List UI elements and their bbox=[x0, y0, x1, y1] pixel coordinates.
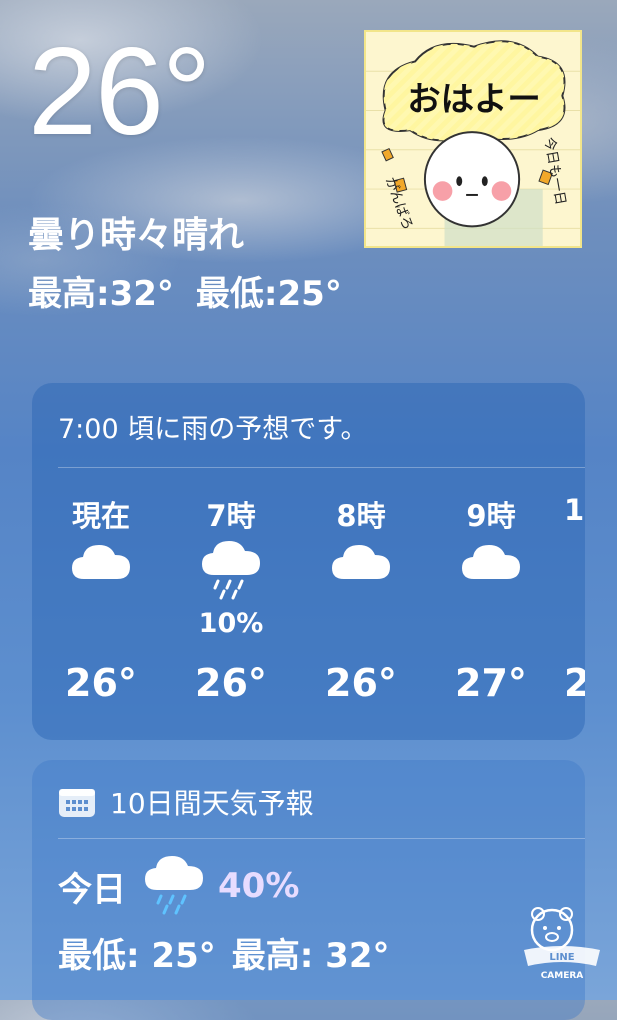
watermark-line2: CAMERA bbox=[541, 971, 584, 981]
current-condition: 曇り時々晴れ bbox=[28, 215, 245, 256]
hour-column-9[interactable]: 9時 27° bbox=[436, 493, 546, 705]
hour-precip bbox=[564, 609, 585, 639]
watermark-line1: LINE bbox=[549, 952, 574, 963]
day-high-low: 最低: 25° 最高: 32° bbox=[58, 928, 406, 977]
hour-temperature: 26° bbox=[195, 661, 267, 705]
cloud-icon bbox=[306, 541, 416, 611]
cloud-rain-icon bbox=[145, 856, 203, 915]
cloud-rain-icon bbox=[176, 541, 286, 611]
current-high: 最高:32° bbox=[28, 274, 174, 314]
current-high-low: 最高:32° 最低:25° bbox=[28, 266, 364, 315]
hour-temperature: 26° bbox=[65, 661, 137, 705]
hour-temperature: 27° bbox=[455, 661, 527, 705]
ten-day-forecast-card[interactable]: 10日間天気予報 今日 40% 最低: 25° 最高: 32° bbox=[32, 760, 585, 1020]
hour-label: 8時 bbox=[336, 499, 386, 533]
sticker-greeting: おはよー bbox=[407, 80, 540, 119]
cloud-icon bbox=[436, 541, 546, 611]
rain-alert-message: 7:00 頃に雨の予想です。 bbox=[58, 414, 368, 445]
hour-column-now[interactable]: 現在 26° bbox=[46, 493, 156, 705]
card-divider bbox=[58, 467, 585, 468]
ten-day-header: 10日間天気予報 bbox=[58, 782, 314, 822]
hour-label: 現在 bbox=[71, 499, 130, 533]
current-low: 最低:25° bbox=[195, 274, 342, 314]
hour-precip bbox=[436, 609, 546, 639]
cloud-icon bbox=[46, 541, 156, 611]
hour-column-partial[interactable]: 1 2 bbox=[564, 493, 585, 705]
day-name: 今日 bbox=[58, 869, 126, 910]
hour-label: 7時 bbox=[206, 499, 256, 533]
hour-precip bbox=[46, 609, 156, 639]
calendar-icon bbox=[59, 789, 95, 817]
current-temperature: 26° bbox=[28, 23, 212, 161]
hour-label: 1 bbox=[564, 493, 585, 527]
hour-label: 9時 bbox=[466, 499, 516, 533]
sticker-illustration: おはよー がんばろ 今日も一日 bbox=[366, 32, 580, 246]
day-precip: 40% bbox=[218, 866, 300, 906]
hour-icon-placeholder bbox=[564, 541, 585, 611]
hour-temperature: 26° bbox=[325, 661, 397, 705]
card-divider bbox=[58, 838, 585, 839]
hour-column-8[interactable]: 8時 26° bbox=[306, 493, 416, 705]
line-camera-watermark: LINE CAMERA bbox=[524, 907, 600, 981]
hour-column-7[interactable]: 7時 10% 26° bbox=[176, 493, 286, 705]
greeting-sticker[interactable]: おはよー がんばろ 今日も一日 bbox=[364, 30, 582, 248]
day-row-today[interactable]: 今日 40% bbox=[58, 856, 299, 916]
hourly-forecast-card[interactable]: 7:00 頃に雨の予想です。 現在 26° 7時 10% 26° 8時 26° … bbox=[32, 383, 585, 740]
ten-day-title: 10日間天気予報 bbox=[110, 787, 314, 820]
day-high: 最高: 32° bbox=[231, 936, 390, 976]
hour-precip: 10% bbox=[198, 608, 264, 639]
day-low: 最低: 25° bbox=[58, 936, 216, 976]
hour-temperature: 2 bbox=[564, 661, 585, 705]
hour-precip bbox=[306, 609, 416, 639]
